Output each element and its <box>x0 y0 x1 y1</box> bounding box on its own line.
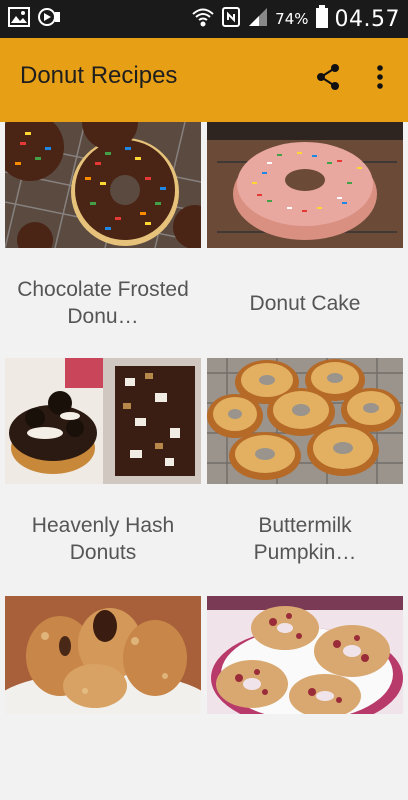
more-options-button[interactable] <box>364 61 396 97</box>
recipe-title <box>207 722 403 800</box>
signal-icon <box>247 6 269 32</box>
recipe-image <box>207 122 403 248</box>
battery-icon <box>315 5 329 33</box>
recipe-image <box>5 358 201 484</box>
app-bar: Donut Recipes <box>0 38 408 122</box>
recipe-title: Buttermilk Pumpkin… <box>253 514 357 564</box>
battery-percent: 74% <box>275 10 309 28</box>
recipe-image <box>5 122 201 248</box>
recipe-title: Donut Cake <box>249 291 361 315</box>
wifi-icon <box>191 6 215 32</box>
recipe-title: Chocolate Frosted Donu… <box>17 278 189 328</box>
recipe-image <box>5 596 201 714</box>
share-button[interactable] <box>310 61 346 97</box>
gallery-notification-icon <box>8 7 30 31</box>
status-bar: 74% 04.57 <box>0 0 408 38</box>
recipe-grid: Chocolate Frosted Donu… Donut Cake Heave… <box>0 122 408 800</box>
page-title: Donut Recipes <box>20 62 178 89</box>
recipe-title <box>5 722 201 800</box>
recipe-image <box>207 358 403 484</box>
clock: 04.57 <box>334 6 400 32</box>
more-vert-icon <box>376 64 384 94</box>
recipe-image <box>207 596 403 714</box>
share-icon <box>315 63 341 95</box>
video-notification-icon <box>38 7 62 31</box>
nfc-icon <box>221 6 241 32</box>
recipe-title: Heavenly Hash Donuts <box>31 514 175 564</box>
